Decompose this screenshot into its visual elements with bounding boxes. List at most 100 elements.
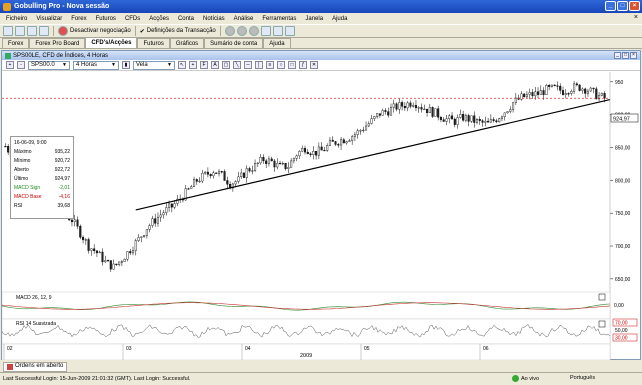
macd-zero-label: 0,00 [614, 303, 624, 309]
candle [351, 136, 354, 141]
data-row-high: Máximo 935,22 [14, 147, 70, 156]
disabled-circle-icon[interactable] [236, 26, 247, 36]
close-button[interactable]: × [629, 1, 640, 11]
menu-ferramentas[interactable]: Ferramentas [262, 16, 296, 22]
chart-close-button[interactable]: × [630, 52, 637, 59]
candle [467, 115, 470, 122]
menu-accoes[interactable]: Acções [149, 16, 169, 22]
candle [201, 172, 204, 182]
candle [470, 115, 473, 122]
zoom-out-icon[interactable]: - [17, 61, 25, 69]
menu-futuros[interactable]: Futuros [96, 16, 116, 22]
transaction-settings-button[interactable]: ✔ Definições da Transacção [140, 28, 216, 35]
tab-open-orders[interactable]: Ordens em aberto [3, 361, 68, 372]
print-icon[interactable] [39, 26, 49, 36]
settings-icon[interactable] [272, 26, 283, 36]
new-icon[interactable] [3, 26, 13, 36]
candle [487, 120, 490, 123]
candle [120, 261, 123, 263]
chart-minimize-button[interactable]: _ [614, 52, 621, 59]
tab-futuros[interactable]: Futuros [137, 38, 170, 48]
candle [595, 88, 598, 100]
rect-tool-icon[interactable]: □ [288, 61, 296, 69]
candle [245, 168, 248, 178]
price-panel [2, 72, 610, 292]
main-toolbar: Desactivar negociação ✔ Definições da Tr… [0, 24, 642, 38]
candle [603, 93, 606, 99]
candle [342, 139, 345, 144]
candle [287, 167, 290, 169]
chart-maximize-button[interactable]: □ [622, 52, 629, 59]
candle [503, 112, 506, 118]
candle [151, 218, 154, 226]
tab-graficos[interactable]: Gráficos [169, 38, 205, 48]
candle [240, 172, 243, 178]
candle [131, 250, 135, 254]
indicator-icon[interactable]: ƒ [299, 61, 307, 69]
delete-drawing-icon[interactable]: ✕ [310, 61, 318, 69]
candle [550, 84, 553, 87]
menu-forex[interactable]: Forex [71, 16, 86, 22]
tab-cfds-accoes[interactable]: CFD's/Acções [85, 37, 138, 48]
candle [109, 260, 112, 270]
tab-forex[interactable]: Forex [2, 38, 30, 48]
chart-icon[interactable] [260, 26, 271, 36]
ellipse-tool-icon[interactable]: ○ [277, 61, 285, 69]
text-tool-icon[interactable]: A [211, 61, 219, 69]
zoom-in-icon[interactable]: + [6, 61, 14, 69]
time-tick-label: 06 [483, 346, 489, 352]
maximize-button[interactable]: □ [617, 1, 628, 11]
menu-visualizar[interactable]: Visualizar [36, 16, 62, 22]
candle [473, 115, 476, 123]
rsi-close-icon[interactable] [598, 320, 606, 328]
candle [7, 146, 10, 153]
crosshair-icon[interactable]: + [189, 61, 197, 69]
line-tool-icon[interactable]: ╲ [233, 61, 241, 69]
document-close-icon[interactable]: × [634, 14, 638, 21]
fibonacci-icon[interactable]: F [200, 61, 208, 69]
menu-noticias[interactable]: Notícias [203, 16, 225, 22]
candle [575, 83, 578, 86]
tab-ajuda[interactable]: Ajuda [263, 38, 291, 48]
candle [365, 125, 368, 131]
candle-icon[interactable]: ▮ [122, 61, 130, 69]
chart-type-select[interactable]: Vela ▼ [133, 60, 175, 70]
candle [531, 92, 534, 97]
disabled-circle-icon[interactable] [248, 26, 259, 36]
candle [226, 180, 229, 185]
channel-tool-icon[interactable]: ≡ [266, 61, 274, 69]
menu-ajuda[interactable]: Ajuda [332, 16, 347, 22]
candle [451, 115, 454, 120]
vline-tool-icon[interactable]: │ [255, 61, 263, 69]
help-icon[interactable] [284, 26, 295, 36]
save-icon[interactable] [15, 26, 25, 36]
tab-forex-pro-board[interactable]: Forex Pro Board [29, 38, 86, 48]
tab-sumario-de-conta[interactable]: Sumário de conta [204, 38, 264, 48]
menu-janela[interactable]: Janela [305, 16, 323, 22]
menu-ficheiro[interactable]: Ficheiro [6, 16, 27, 22]
live-icon [512, 375, 519, 382]
open-icon[interactable] [27, 26, 37, 36]
candle [401, 102, 404, 107]
candle [423, 108, 426, 111]
candle [137, 237, 140, 241]
candle [254, 163, 257, 171]
hline-tool-icon[interactable]: ─ [244, 61, 252, 69]
candle [237, 176, 240, 182]
chart-window: SPS00LE, CFD de Índices, 4 Horas _ □ × +… [1, 50, 641, 360]
symbol-select[interactable]: SPS00.0 ▼ [28, 60, 70, 70]
cursor-icon[interactable]: ↖ [178, 61, 186, 69]
candle [154, 218, 157, 224]
disabled-circle-icon[interactable] [224, 26, 235, 36]
menu-cfds[interactable]: CFDs [125, 16, 140, 22]
macd-close-icon[interactable] [598, 293, 606, 301]
candle [367, 123, 370, 127]
price-chart[interactable]: 950900,00850,00800,00750,00700,00650,00 … [2, 72, 640, 360]
last-label: Último [14, 175, 29, 182]
deactivate-trading-button[interactable]: Desactivar negociação [58, 26, 131, 36]
minimize-button[interactable]: _ [605, 1, 616, 11]
menu-conta[interactable]: Conta [178, 16, 194, 22]
interval-select[interactable]: 4 Horas ▼ [73, 60, 119, 70]
zoom-box-icon[interactable]: ▢ [222, 61, 230, 69]
menu-analise[interactable]: Análise [234, 16, 254, 22]
